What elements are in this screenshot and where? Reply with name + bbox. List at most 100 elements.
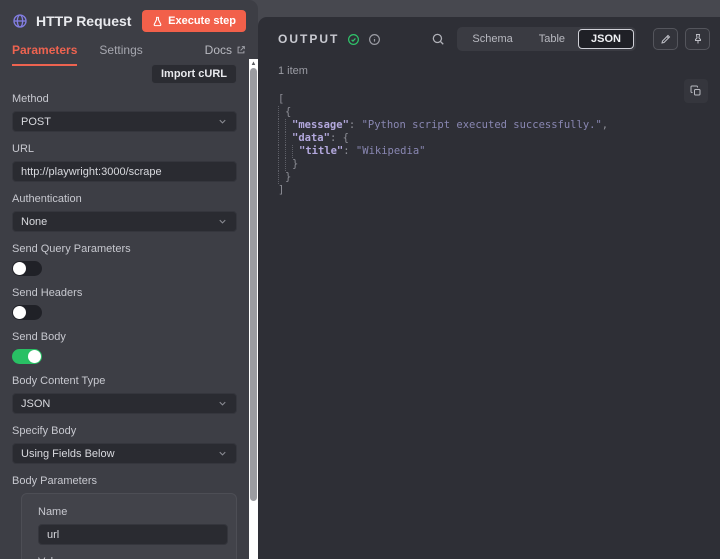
body-content-type-label: Body Content Type <box>12 375 106 387</box>
method-value: POST <box>21 115 51 128</box>
send-query-parameters-label: Send Query Parameters <box>12 243 131 255</box>
pin-data-button[interactable] <box>685 28 710 50</box>
indent-guide <box>285 132 292 145</box>
json-line: [ <box>278 93 704 106</box>
send-headers-field: Send Headers <box>12 287 237 320</box>
toggle-knob <box>13 262 26 275</box>
parameters-scrollbar[interactable]: ▲ <box>249 59 258 559</box>
specify-body-select[interactable]: Using Fields Below <box>12 443 237 464</box>
chevron-down-icon <box>217 448 228 459</box>
json-token-str: "Wikipedia" <box>355 145 426 157</box>
authentication-value: None <box>21 215 48 228</box>
execute-step-button[interactable]: Execute step <box>142 10 246 32</box>
view-tab-schema[interactable]: Schema <box>459 29 525 49</box>
chevron-down-icon <box>217 116 228 127</box>
globe-icon <box>12 13 28 29</box>
scrollbar-up-arrow[interactable]: ▲ <box>249 59 258 68</box>
json-token-punct: : <box>348 119 362 131</box>
node-header: HTTP Request Execute step <box>0 0 258 38</box>
json-token-punct: } <box>292 158 299 170</box>
chevron-down-icon <box>217 398 228 409</box>
json-line: ] <box>278 184 704 197</box>
specify-body-label: Specify Body <box>12 425 77 437</box>
output-view-switcher: Schema Table JSON <box>457 27 636 51</box>
output-title: OUTPUT <box>278 32 340 46</box>
json-token-punct: : <box>343 145 356 157</box>
parameter-name-field: Name <box>38 506 228 545</box>
json-token-punct: { <box>285 106 292 118</box>
parameters-pane: Import cURL Method POST URL Authenticati… <box>0 58 249 559</box>
json-output[interactable]: [{"message": "Python script executed suc… <box>278 93 704 197</box>
body-content-type-select[interactable]: JSON <box>12 393 237 414</box>
json-token-punct: : <box>329 132 343 144</box>
json-line: "title": "Wikipedia" <box>278 145 704 158</box>
chevron-down-icon <box>217 216 228 227</box>
body-parameters-section: Body Parameters Name Value <box>12 475 237 559</box>
url-input[interactable] <box>12 161 237 182</box>
node-settings-panel: HTTP Request Execute step Parameters Set… <box>0 0 258 559</box>
view-tab-table[interactable]: Table <box>526 29 578 49</box>
authentication-field: Authentication None <box>12 193 237 232</box>
view-tab-json[interactable]: JSON <box>578 29 634 49</box>
output-header: OUTPUT Schema Table JSON <box>258 17 720 59</box>
execute-step-label: Execute step <box>168 15 236 27</box>
items-count: 1 item <box>278 65 308 77</box>
indent-guide <box>285 119 292 132</box>
import-curl-button[interactable]: Import cURL <box>151 64 237 84</box>
json-token-key: "message" <box>292 119 349 131</box>
parameter-name-label: Name <box>38 506 68 518</box>
send-body-field: Send Body <box>12 331 237 364</box>
authentication-label: Authentication <box>12 193 82 205</box>
output-panel: OUTPUT Schema Table JSON 1 item [{"mes… <box>258 17 720 559</box>
parameter-name-input[interactable] <box>38 524 228 545</box>
json-token-punct: { <box>342 132 349 144</box>
json-token-punct: , <box>601 119 609 131</box>
toggle-knob <box>28 350 41 363</box>
send-headers-label: Send Headers <box>12 287 83 299</box>
url-field: URL <box>12 143 237 182</box>
send-body-toggle[interactable] <box>12 349 42 364</box>
body-content-type-value: JSON <box>21 397 51 410</box>
pin-icon <box>692 33 704 45</box>
copy-output-button[interactable] <box>684 79 708 103</box>
indent-guide <box>278 171 285 184</box>
flask-icon <box>152 16 163 27</box>
json-token-key: "title" <box>299 145 344 157</box>
docs-label: Docs <box>204 42 232 57</box>
success-check-icon <box>347 33 360 46</box>
json-line: } <box>278 171 704 184</box>
body-content-type-field: Body Content Type JSON <box>12 375 237 414</box>
method-field: Method POST <box>12 93 237 132</box>
external-link-icon <box>236 45 246 55</box>
authentication-select[interactable]: None <box>12 211 237 232</box>
body-parameters-label: Body Parameters <box>12 475 97 487</box>
json-token-punct: ] <box>278 184 285 196</box>
toggle-knob <box>13 306 26 319</box>
indent-guide <box>278 145 285 158</box>
send-headers-toggle[interactable] <box>12 305 42 320</box>
send-body-label: Send Body <box>12 331 66 343</box>
json-line: } <box>278 158 704 171</box>
json-line: "message": "Python script executed succe… <box>278 119 704 132</box>
json-token-key: "data" <box>292 132 330 144</box>
search-icon[interactable] <box>429 30 447 48</box>
info-icon[interactable] <box>368 33 381 46</box>
output-body: 1 item [{"message": "Python script execu… <box>258 59 720 197</box>
indent-guide <box>292 145 299 158</box>
body-parameter-item: Name Value <box>21 493 237 559</box>
send-query-parameters-toggle[interactable] <box>12 261 42 276</box>
pencil-icon <box>660 33 672 45</box>
method-select[interactable]: POST <box>12 111 237 132</box>
edit-output-button[interactable] <box>653 28 678 50</box>
indent-guide <box>278 119 285 132</box>
method-label: Method <box>12 93 49 105</box>
json-line: "data": { <box>278 132 704 145</box>
indent-guide <box>278 106 285 119</box>
json-token-punct: } <box>285 171 292 183</box>
url-label: URL <box>12 143 35 155</box>
scrollbar-thumb[interactable] <box>250 68 257 501</box>
node-title: HTTP Request <box>36 13 132 29</box>
json-token-str: "Python script executed successfully." <box>361 119 602 131</box>
indent-guide <box>278 158 285 171</box>
copy-icon <box>690 85 702 97</box>
